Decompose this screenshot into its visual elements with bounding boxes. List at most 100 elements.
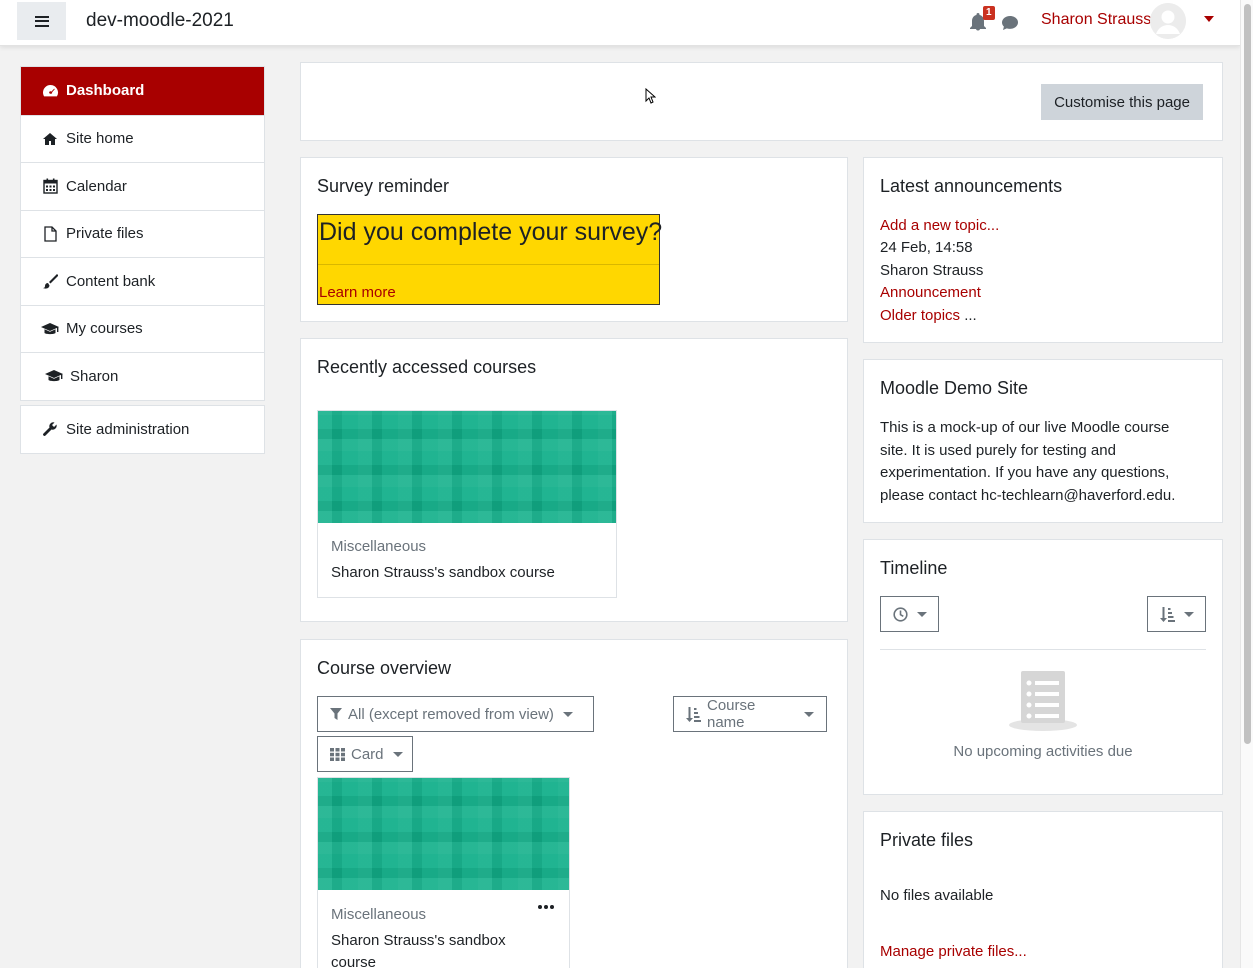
site-title[interactable]: dev-moodle-2021 (86, 10, 234, 32)
wrench-icon (41, 421, 59, 437)
sidebar-item-label: Sharon (70, 367, 119, 385)
recently-accessed-block: Recently accessed courses Miscellaneous … (300, 338, 848, 622)
timeline-sort-dropdown[interactable] (1147, 596, 1206, 632)
block-title: Latest announcements (880, 176, 1063, 196)
graduation-cap-icon (45, 368, 63, 384)
hamburger-icon (34, 15, 49, 27)
calendar-icon (41, 178, 59, 194)
customise-page-button[interactable]: Customise this page (1041, 84, 1203, 120)
sort-dropdown[interactable]: Course name (673, 696, 827, 732)
block-title: Course overview (317, 658, 452, 678)
sidebar-item-label: Site home (66, 130, 134, 148)
timeline-day-filter-dropdown[interactable] (880, 596, 939, 632)
block-title: Survey reminder (317, 176, 450, 196)
chevron-down-icon (804, 711, 814, 717)
chevron-down-icon (392, 751, 403, 757)
file-icon (41, 226, 59, 242)
user-menu-name[interactable]: Sharon Strauss (1041, 11, 1151, 29)
html-text-block: Moodle Demo Site This is a mock-up of ou… (863, 359, 1223, 523)
divider (318, 264, 659, 265)
manage-private-files-link[interactable]: Manage private files... (880, 943, 1027, 960)
course-image[interactable] (318, 778, 569, 890)
dashboard-icon (41, 83, 59, 99)
block-title: Private files (880, 830, 974, 850)
clock-icon (893, 606, 908, 622)
no-files-message: No files available (880, 887, 994, 904)
sort-icon (1160, 606, 1175, 622)
menu-toggle-button[interactable] (17, 2, 66, 40)
notification-count-badge: 1 (983, 6, 995, 20)
sidebar-item-label: Content bank (66, 272, 156, 290)
empty-timeline-icon (1009, 671, 1077, 731)
top-navbar: dev-moodle-2021 1 Sharon Strauss (0, 0, 1240, 46)
sidebar-item-content-bank[interactable]: Content bank (21, 257, 264, 305)
older-topics-link[interactable]: Older topics (880, 307, 960, 324)
empty-timeline-message: No upcoming activities due (953, 743, 1133, 760)
sort-icon (686, 706, 701, 722)
sidebar-item-sharon[interactable]: Sharon (21, 352, 264, 400)
block-text: This is a mock-up of our live Moodle cou… (880, 419, 1176, 504)
course-name-line2[interactable]: course (331, 954, 376, 968)
chevron-down-icon (1184, 611, 1194, 617)
sidebar-item-label: My courses (66, 320, 143, 338)
home-icon (41, 131, 59, 147)
sidebar-item-private-files[interactable]: Private files (21, 209, 264, 258)
course-card[interactable]: Miscellaneous Sharon Strauss's sandbox c… (317, 410, 617, 598)
dropdown-label: Card (351, 745, 384, 763)
dropdown-label: All (except removed from view) (348, 705, 554, 723)
chevron-down-icon (562, 711, 573, 717)
block-title: Timeline (880, 558, 948, 578)
announcement-date: 24 Feb, 14:58 (880, 239, 973, 256)
user-avatar-icon (1150, 3, 1186, 39)
nav-admin-group: Site administration (20, 404, 265, 454)
timeline-block: Timeline No upcoming activities due (863, 539, 1223, 795)
latest-announcements-block: Latest announcements Add a new topic... … (863, 157, 1223, 343)
page-header-card: Customise this page (300, 62, 1223, 141)
left-navigation: Dashboard Site home Calendar Private fil… (20, 66, 265, 454)
avatar[interactable] (1150, 3, 1186, 39)
view-mode-dropdown[interactable]: Card (317, 736, 413, 772)
ellipsis: ... (960, 307, 977, 324)
survey-banner: Did you complete your survey? Learn more (317, 214, 663, 305)
sidebar-item-calendar[interactable]: Calendar (21, 162, 264, 210)
sidebar-item-site-home[interactable]: Site home (21, 114, 264, 163)
course-category: Miscellaneous (331, 906, 427, 923)
course-card[interactable]: Miscellaneous Sharon Strauss's sandbox c… (317, 777, 570, 968)
block-title: Recently accessed courses (317, 357, 537, 377)
announcement-link[interactable]: Announcement (880, 284, 981, 301)
add-new-topic-link[interactable]: Add a new topic... (880, 217, 999, 234)
mouse-cursor-icon (645, 88, 656, 104)
grouping-filter-dropdown[interactable]: All (except removed from view) (317, 696, 594, 732)
private-files-block: Private files No files available Manage … (863, 811, 1223, 968)
block-title: Moodle Demo Site (880, 378, 1029, 398)
sidebar-item-label: Private files (66, 225, 144, 243)
sidebar-item-label: Site administration (66, 420, 190, 438)
learn-more-link[interactable]: Learn more (319, 284, 396, 301)
paintbrush-icon (41, 273, 59, 289)
survey-question: Did you complete your survey? (319, 218, 663, 246)
sidebar-item-dashboard[interactable]: Dashboard (21, 67, 264, 115)
graduation-cap-icon (41, 321, 59, 337)
course-actions-menu-icon[interactable] (538, 905, 554, 909)
grid-icon (330, 747, 345, 761)
survey-reminder-block: Survey reminder Did you complete your su… (300, 157, 848, 322)
nav-main-group: Dashboard Site home Calendar Private fil… (20, 66, 265, 401)
course-name[interactable]: Sharon Strauss's sandbox course (331, 564, 555, 581)
divider (880, 649, 1206, 650)
chevron-down-icon[interactable] (1204, 16, 1214, 22)
course-image[interactable] (318, 411, 616, 523)
older-topics-row: Older topics ... (880, 307, 977, 324)
sidebar-item-site-administration[interactable]: Site administration (21, 406, 264, 454)
sidebar-item-label: Calendar (66, 177, 127, 195)
chevron-down-icon (917, 611, 927, 617)
sidebar-item-my-courses[interactable]: My courses (21, 304, 264, 353)
course-name[interactable]: Sharon Strauss's sandbox (331, 932, 506, 949)
dropdown-label: Course name (707, 697, 756, 731)
vertical-scrollbar[interactable] (1240, 0, 1253, 968)
announcement-author: Sharon Strauss (880, 262, 984, 279)
course-overview-block: Course overview All (except removed from… (300, 639, 848, 968)
course-category: Miscellaneous (331, 538, 427, 555)
chat-icon[interactable] (1000, 13, 1020, 33)
sidebar-item-label: Dashboard (66, 82, 145, 100)
filter-icon (330, 707, 342, 721)
